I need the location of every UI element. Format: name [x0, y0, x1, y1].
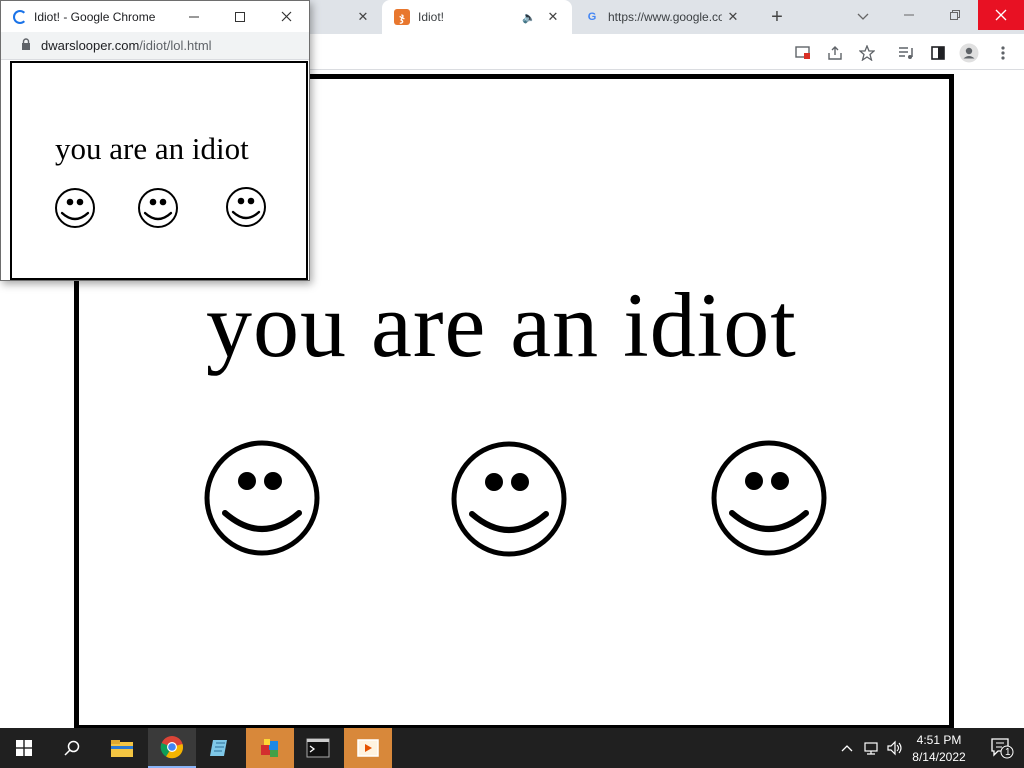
speaker-icon[interactable]: 🔈 [522, 11, 536, 24]
google-favicon-icon: G [587, 11, 597, 23]
bookmark-star-icon[interactable] [856, 42, 878, 64]
url-domain: dwarslooper.com [41, 38, 140, 53]
share-icon[interactable] [824, 42, 846, 64]
tab-idiot[interactable]: ჯ Idiot! 🔈 ✕ [382, 0, 572, 34]
clock-time: 4:51 PM [916, 733, 962, 747]
smiley-icon [226, 187, 266, 227]
clock-date: 8/14/2022 [912, 750, 966, 764]
maximize-button[interactable] [217, 1, 263, 32]
file-explorer-icon[interactable] [98, 728, 146, 768]
terminal-icon[interactable] [294, 728, 342, 768]
media-control-icon[interactable] [895, 42, 917, 64]
popup-titlebar[interactable]: Idiot! - Google Chrome [1, 1, 309, 32]
tab-hidden[interactable]: ✕ [300, 0, 382, 34]
restore-button[interactable] [932, 0, 978, 30]
windows-logo-icon [16, 740, 32, 756]
network-icon[interactable] [860, 728, 884, 768]
system-clock[interactable]: 4:51 PM 8/14/2022 [904, 732, 974, 766]
taskbar: 4:51 PM 8/14/2022 1 [0, 728, 1024, 768]
side-panel-icon[interactable] [927, 42, 949, 64]
lock-icon [21, 38, 31, 53]
page-heading: you are an idiot [206, 274, 797, 376]
cube-app-icon[interactable] [246, 728, 294, 768]
desktop: ✕ ჯ Idiot! 🔈 ✕ G https://www.google.com … [0, 0, 1024, 768]
smiley-icon [451, 441, 567, 557]
kebab-menu-icon[interactable] [992, 42, 1014, 64]
popup-window[interactable]: Idiot! - Google Chrome dwarslooper.com/i… [0, 0, 310, 281]
smiley-icon [55, 188, 95, 228]
tab-title: Idiot! [418, 10, 445, 24]
tab-title: https://www.google.com [608, 10, 722, 24]
close-icon[interactable]: ✕ [722, 6, 744, 28]
profile-avatar-icon[interactable] [958, 42, 980, 64]
tab-google[interactable]: G https://www.google.com ✕ [572, 0, 752, 34]
loading-spinner-icon [13, 9, 27, 24]
notification-count-badge: 1 [1005, 747, 1011, 758]
new-tab-button[interactable]: + [766, 6, 788, 28]
window-close-button[interactable] [263, 1, 309, 32]
close-icon[interactable]: ✕ [542, 6, 564, 28]
tray-chevron-up-icon[interactable] [836, 728, 858, 768]
popup-address-bar[interactable]: dwarslooper.com/idiot/lol.html [1, 32, 309, 60]
smiley-icon [204, 440, 320, 556]
cast-blocked-icon[interactable] [792, 42, 814, 64]
xampp-favicon-icon: ჯ [394, 9, 410, 25]
notification-center-button[interactable]: 1 [980, 728, 1024, 768]
popup-page-frame: you are an idiot [10, 61, 308, 280]
window-close-button[interactable] [978, 0, 1024, 30]
popup-window-title: Idiot! - Google Chrome [34, 9, 156, 24]
url-path: /idiot/lol.html [139, 38, 212, 53]
start-button[interactable] [0, 728, 48, 768]
volume-icon[interactable] [884, 728, 906, 768]
search-icon[interactable] [48, 728, 96, 768]
close-icon[interactable]: ✕ [352, 6, 374, 28]
minimize-button[interactable] [886, 0, 932, 30]
popup-heading: you are an idiot [55, 131, 249, 166]
notepad-icon[interactable] [196, 728, 244, 768]
smiley-icon [138, 188, 178, 228]
smiley-icon [711, 440, 827, 556]
media-player-icon[interactable] [344, 728, 392, 768]
tab-search-chevron-icon[interactable] [852, 6, 874, 28]
chrome-taskbar-icon[interactable] [148, 728, 196, 768]
minimize-button[interactable] [171, 1, 217, 32]
